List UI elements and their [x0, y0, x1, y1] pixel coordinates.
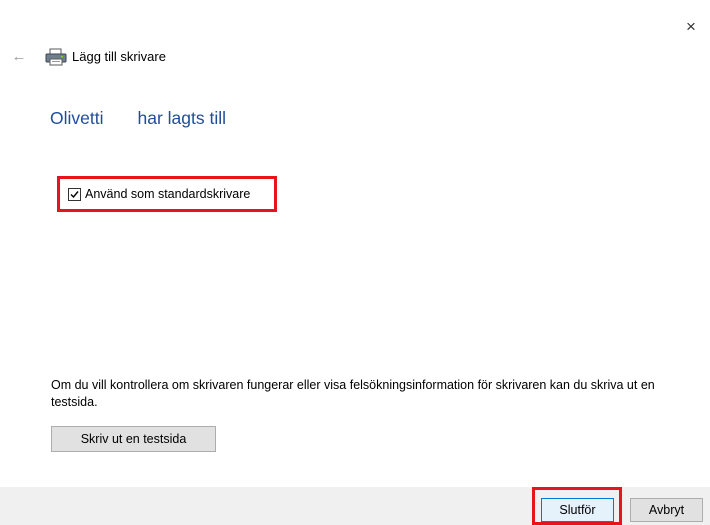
default-printer-option[interactable]: Använd som standardskrivare [57, 176, 277, 212]
checkmark-icon [70, 190, 79, 198]
default-printer-label: Använd som standardskrivare [85, 187, 251, 201]
default-printer-checkbox[interactable] [68, 187, 81, 201]
printer-icon [45, 48, 67, 66]
close-button[interactable]: × [676, 12, 706, 42]
printer-added-heading: Olivetti har lagts till [50, 108, 227, 128]
window-title: Lägg till skrivare [72, 49, 166, 64]
cancel-button[interactable]: Avbryt [630, 498, 703, 522]
finish-button[interactable]: Slutför [541, 498, 614, 522]
test-page-info-text: Om du vill kontrollera om skrivaren fung… [51, 378, 655, 409]
print-test-page-button[interactable]: Skriv ut en testsida [51, 426, 216, 452]
back-button[interactable]: ← [8, 46, 30, 68]
close-icon: × [686, 17, 696, 36]
back-arrow-icon: ← [11, 48, 27, 65]
